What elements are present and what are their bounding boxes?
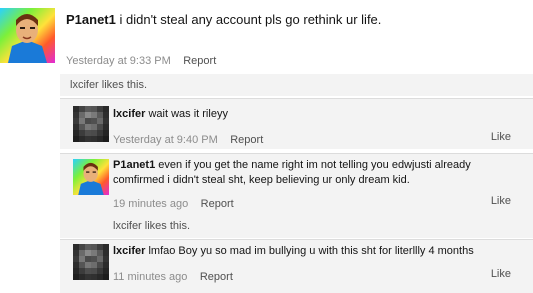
comment-text: lxcifer wait was it rileyy [113, 107, 523, 122]
comment-item: P1anet1 even if you get the name right i… [60, 153, 533, 238]
post-likes-summary: lxcifer likes this. [60, 74, 533, 96]
comment-text: P1anet1 even if you get the name right i… [113, 158, 523, 188]
comment-timestamp[interactable]: 11 minutes ago [113, 271, 187, 283]
comment-message: even if you get the name right im not te… [113, 159, 471, 186]
comment-username[interactable]: P1anet1 [113, 159, 155, 171]
comment-timestamp[interactable]: 19 minutes ago [113, 198, 188, 210]
comment-report-link[interactable]: Report [230, 134, 263, 146]
comment-username[interactable]: lxcifer [113, 108, 145, 120]
comment-likes-text[interactable]: lxcifer likes this. [113, 220, 190, 232]
comment-likes-summary: lxcifer likes this. [113, 216, 190, 234]
avatar-p1anet1[interactable] [0, 8, 55, 63]
post-message: P1anet1 i didn't steal any account pls g… [66, 11, 526, 28]
rainbow-portrait-avatar [73, 159, 109, 195]
comment-text: lxcifer lmfao Boy yu so mad im bullying … [113, 244, 523, 259]
comment-meta: 19 minutes ago Report [113, 194, 234, 212]
comment-like-button[interactable]: Like [491, 131, 511, 143]
comment-report-link[interactable]: Report [201, 198, 234, 210]
post-username[interactable]: P1anet1 [66, 12, 116, 27]
post-report-link[interactable]: Report [183, 55, 216, 67]
comment-username[interactable]: lxcifer [113, 245, 145, 257]
post-message-text: i didn't steal any account pls go rethin… [115, 12, 382, 27]
comment-report-link[interactable]: Report [200, 271, 233, 283]
post-meta: Yesterday at 9:33 PM Report [66, 51, 216, 69]
rainbow-portrait-avatar [0, 8, 55, 63]
post-timestamp[interactable]: Yesterday at 9:33 PM [66, 55, 171, 67]
comment-like-button[interactable]: Like [491, 268, 511, 280]
comment-message: lmfao Boy yu so mad im bullying u with t… [145, 245, 474, 257]
comment-item: lxcifer wait was it rileyy Yesterday at … [60, 98, 533, 149]
avatar-p1anet1[interactable] [73, 159, 109, 195]
avatar-lxcifer[interactable] [73, 244, 109, 280]
comment-message: wait was it rileyy [145, 108, 228, 120]
comment-timestamp[interactable]: Yesterday at 9:40 PM [113, 134, 218, 146]
comment-item: lxcifer lmfao Boy yu so mad im bullying … [60, 239, 533, 293]
comment-meta: 11 minutes ago Report [113, 267, 233, 285]
comment-meta: Yesterday at 9:40 PM Report [113, 130, 263, 148]
comment-like-button[interactable]: Like [491, 195, 511, 207]
avatar-lxcifer[interactable] [73, 106, 109, 142]
post-likes-text[interactable]: lxcifer likes this. [70, 79, 147, 91]
